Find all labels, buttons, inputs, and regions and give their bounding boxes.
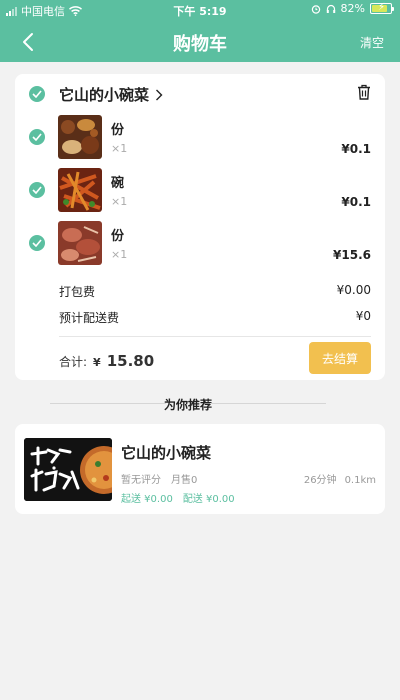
- total-amount: 15.80: [106, 352, 155, 370]
- dish-image: [58, 221, 102, 265]
- battery-icon: ⚡: [370, 2, 394, 14]
- recommend-title: 为你推荐: [163, 398, 212, 412]
- distance-value: 0.1km: [344, 475, 376, 486]
- min-order: 起送 ¥0.00: [121, 494, 173, 505]
- checkmark-icon: [32, 90, 42, 98]
- cart-item[interactable]: 份 ×1 ¥0.1: [15, 115, 385, 159]
- total-currency: ¥: [93, 356, 101, 369]
- headphones-icon: [326, 4, 335, 13]
- shop-logo: [24, 438, 112, 501]
- page-title: 购物车: [173, 34, 227, 55]
- item-price: ¥15.6: [333, 248, 371, 262]
- cart-shop-link[interactable]: 它山的小碗菜: [59, 84, 163, 105]
- navigation-bar: 购物车 清空: [0, 22, 400, 62]
- checkmark-icon: [32, 186, 42, 194]
- item-unit: 份: [111, 229, 125, 244]
- app-header: 中国电信 下午 5:19 82% ⚡ 购物车 清空: [0, 0, 400, 62]
- dish-image: [58, 115, 102, 159]
- trash-icon: [358, 84, 370, 100]
- total-label: 合计:: [59, 355, 88, 369]
- shop-sales: 月售0: [171, 475, 198, 486]
- checkmark-icon: [32, 133, 42, 141]
- recommended-shop-name: 它山的小碗菜: [121, 444, 212, 462]
- packaging-fee-value: ¥0.00: [336, 283, 371, 297]
- item-price: ¥0.1: [341, 142, 371, 156]
- item-quantity: ×1: [111, 195, 128, 208]
- delivery-fee-label: 预计配送费: [59, 311, 120, 325]
- alarm-icon: [311, 4, 320, 14]
- shop-distance: 26分钟 0.1km: [296, 471, 376, 486]
- item-checkbox[interactable]: [29, 129, 45, 145]
- cart-card: 它山的小碗菜 份 ×1 ¥0.1 碗 ×1 ¥0.1 份 ×1 ¥15.6 打包…: [15, 74, 385, 380]
- divider: [59, 336, 371, 337]
- recommend-heading: 为你推荐: [50, 394, 326, 412]
- item-checkbox[interactable]: [29, 182, 45, 198]
- item-quantity: ×1: [111, 248, 128, 261]
- item-checkbox[interactable]: [29, 235, 45, 251]
- delete-button[interactable]: [357, 84, 371, 104]
- item-price: ¥0.1: [341, 195, 371, 209]
- delivery-fee: 配送 ¥0.00: [182, 494, 235, 505]
- item-unit: 碗: [111, 176, 125, 191]
- packaging-fee-label: 打包费: [59, 285, 96, 299]
- cart-shop-name: 它山的小碗菜: [59, 86, 150, 104]
- shop-delivery-info: 起送 ¥0.00 配送 ¥0.00: [121, 490, 245, 505]
- checkmark-icon: [32, 239, 42, 247]
- dish-image: [58, 168, 102, 212]
- delivery-fee-value: ¥0: [355, 309, 371, 323]
- cart-item[interactable]: 碗 ×1 ¥0.1: [15, 168, 385, 212]
- chevron-right-icon: [156, 89, 163, 100]
- shop-rating: 暂无评分: [121, 475, 161, 486]
- divider: [210, 403, 326, 404]
- checkout-button[interactable]: 去结算: [309, 342, 371, 374]
- recommended-shop-card[interactable]: 它山的小碗菜 暂无评分 月售0 26分钟 0.1km 起送 ¥0.00 配送 ¥0.0…: [15, 424, 385, 514]
- item-unit: 份: [111, 123, 125, 138]
- delivery-time: 26分钟: [303, 475, 337, 486]
- packaging-fee-row: 打包费 ¥0.00: [59, 283, 371, 300]
- clear-cart-button[interactable]: 清空: [360, 34, 384, 51]
- shop-meta: 暂无评分 月售0: [121, 471, 207, 486]
- cart-item[interactable]: 份 ×1 ¥15.6: [15, 221, 385, 265]
- total-row: 合计: ¥15.80: [59, 352, 154, 370]
- delivery-fee-row: 预计配送费 ¥0: [59, 309, 371, 326]
- shop-checkbox[interactable]: [29, 86, 45, 102]
- status-bar: 中国电信 下午 5:19 82% ⚡: [0, 0, 400, 20]
- item-quantity: ×1: [111, 142, 128, 155]
- battery-percent: 82%: [340, 2, 365, 15]
